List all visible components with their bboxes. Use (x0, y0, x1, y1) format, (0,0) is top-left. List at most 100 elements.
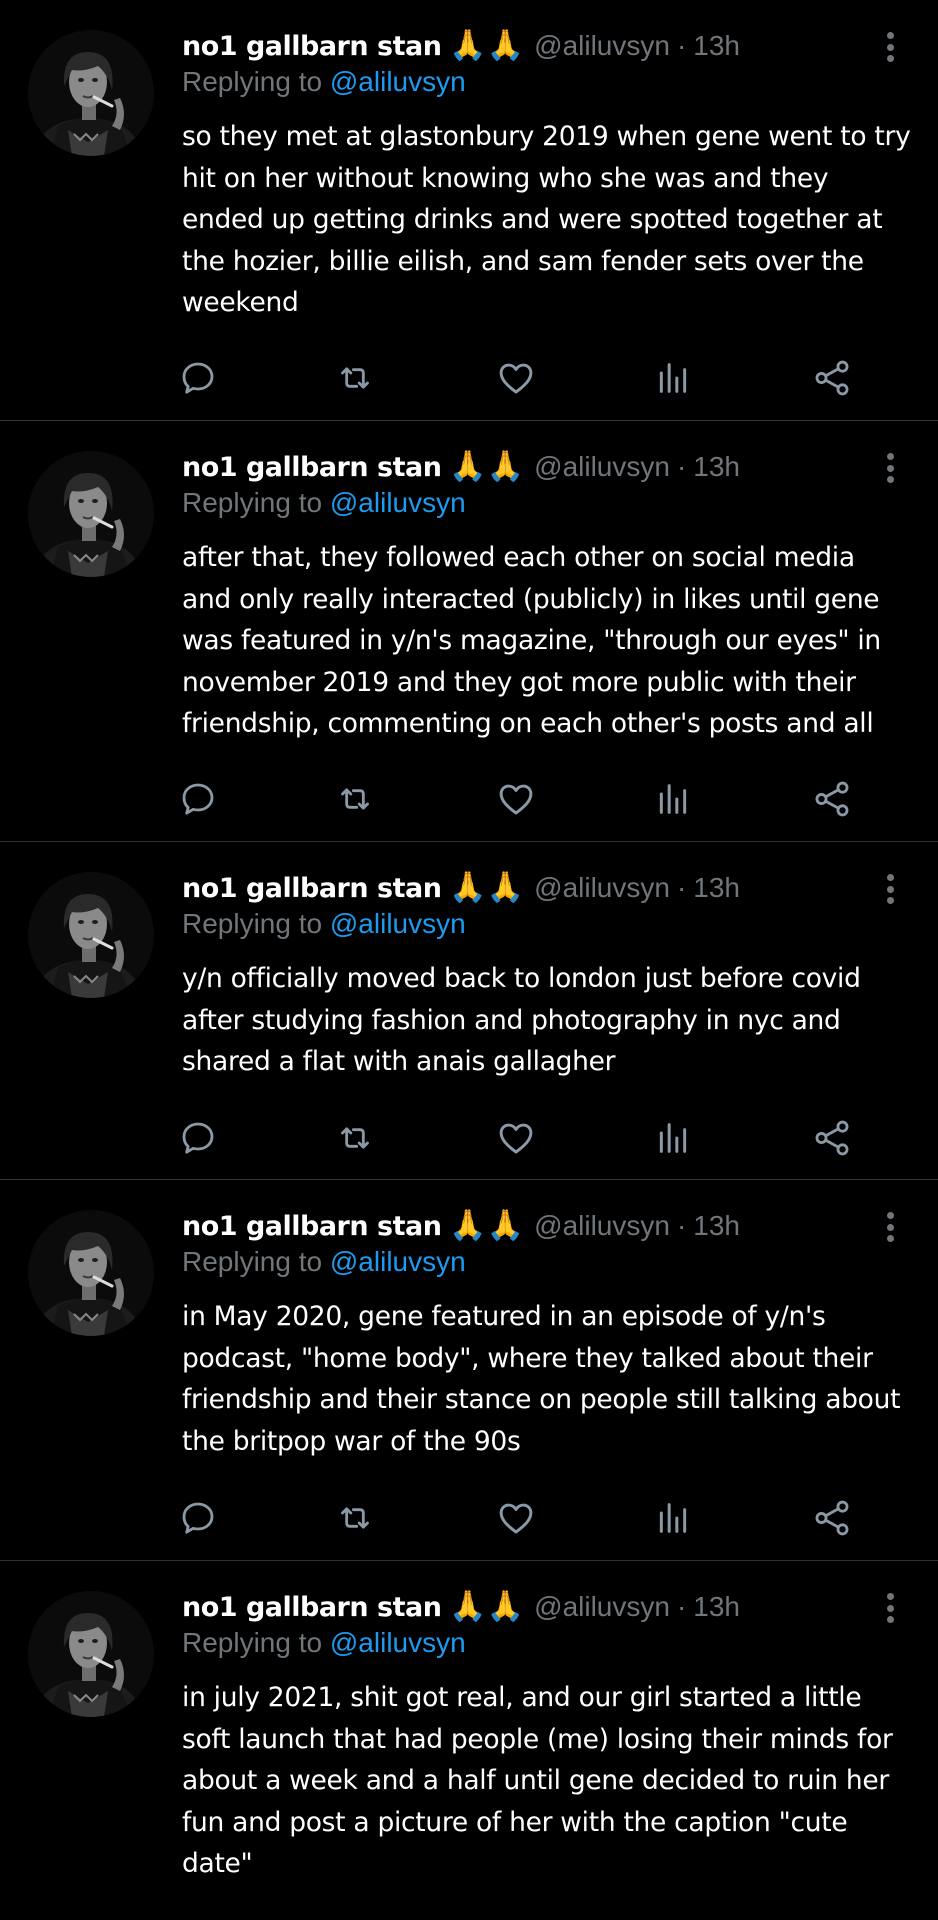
retweet-icon (341, 1127, 369, 1149)
replying-to-line: Replying to @aliluvsyn (182, 1246, 466, 1278)
retweet-icon (341, 788, 369, 810)
reply-button[interactable] (174, 354, 222, 402)
tweet[interactable]: no1 gallbarn stan 🙏🙏 @aliluvsyn · 13h Re… (0, 842, 938, 1180)
more-options-icon[interactable] (886, 32, 894, 62)
tweet-header: no1 gallbarn stan 🙏🙏 @aliluvsyn · 13h (182, 868, 740, 908)
tweet-header: no1 gallbarn stan 🙏🙏 @aliluvsyn · 13h (182, 1587, 740, 1627)
display-name[interactable]: no1 gallbarn stan (182, 1592, 442, 1623)
tweet-text: after that, they followed each other on … (182, 542, 881, 739)
replying-to-mention[interactable]: @aliluvsyn (330, 1246, 466, 1277)
action-bar (182, 775, 902, 823)
avatar[interactable] (28, 872, 154, 998)
heart-icon (499, 1123, 533, 1154)
avatar[interactable] (28, 1210, 154, 1336)
replying-to-line: Replying to @aliluvsyn (182, 487, 466, 519)
replying-to-mention[interactable]: @aliluvsyn (330, 1627, 466, 1658)
like-button[interactable] (492, 1494, 540, 1542)
views-button[interactable] (649, 1494, 697, 1542)
replying-to-label: Replying to (182, 487, 323, 518)
username-handle[interactable]: @aliluvsyn (534, 1210, 670, 1242)
separator-dot: · (676, 1591, 687, 1622)
heart-icon (499, 784, 533, 815)
more-options-icon[interactable] (886, 874, 894, 904)
retweet-button[interactable] (331, 775, 379, 823)
tweet[interactable]: no1 gallbarn stan 🙏🙏 @aliluvsyn · 13h Re… (0, 421, 938, 842)
tweet-text: so they met at glastonbury 2019 when gen… (182, 121, 911, 318)
tweet-header: no1 gallbarn stan 🙏🙏 @aliluvsyn · 13h (182, 447, 740, 487)
views-button[interactable] (649, 1114, 697, 1162)
replying-to-line: Replying to @aliluvsyn (182, 1627, 466, 1659)
praying-hands-emoji: 🙏🙏 (449, 1590, 525, 1623)
timestamp[interactable]: 13h (693, 1591, 740, 1623)
more-options-icon[interactable] (886, 453, 894, 483)
username-handle[interactable]: @aliluvsyn (534, 451, 670, 483)
retweet-button[interactable] (331, 1114, 379, 1162)
timestamp[interactable]: 13h (693, 451, 740, 483)
retweet-icon (341, 1507, 369, 1529)
more-options-icon[interactable] (886, 1593, 894, 1623)
avatar[interactable] (28, 30, 154, 156)
share-button[interactable] (808, 1494, 856, 1542)
timestamp[interactable]: 13h (693, 872, 740, 904)
like-button[interactable] (492, 775, 540, 823)
views-button[interactable] (649, 354, 697, 402)
reply-thread: no1 gallbarn stan 🙏🙏 @aliluvsyn · 13h Re… (0, 0, 938, 1920)
analytics-icon (659, 1503, 687, 1533)
separator-dot: · (676, 451, 687, 482)
separator-dot: · (676, 30, 687, 61)
heart-icon (499, 1503, 533, 1534)
share-button[interactable] (808, 775, 856, 823)
action-bar (182, 1114, 902, 1162)
retweet-button[interactable] (331, 354, 379, 402)
more-options-icon[interactable] (886, 1212, 894, 1242)
replying-to-mention[interactable]: @aliluvsyn (330, 66, 466, 97)
display-name[interactable]: no1 gallbarn stan (182, 873, 442, 904)
timestamp[interactable]: 13h (693, 30, 740, 62)
separator-dot: · (676, 1210, 687, 1241)
share-icon (815, 1500, 849, 1536)
display-name[interactable]: no1 gallbarn stan (182, 452, 442, 483)
praying-hands-emoji: 🙏🙏 (449, 29, 525, 62)
analytics-icon (659, 363, 687, 393)
reply-button[interactable] (174, 1114, 222, 1162)
replying-to-label: Replying to (182, 1246, 323, 1277)
replying-to-label: Replying to (182, 1627, 323, 1658)
like-button[interactable] (492, 1114, 540, 1162)
action-bar (182, 354, 902, 402)
username-handle[interactable]: @aliluvsyn (534, 30, 670, 62)
reply-button[interactable] (174, 775, 222, 823)
reply-button[interactable] (174, 1494, 222, 1542)
share-button[interactable] (808, 354, 856, 402)
tweet[interactable]: no1 gallbarn stan 🙏🙏 @aliluvsyn · 13h Re… (0, 1180, 938, 1561)
tweet-text: in july 2021, shit got real, and our gir… (182, 1682, 893, 1879)
display-name[interactable]: no1 gallbarn stan (182, 31, 442, 62)
praying-hands-emoji: 🙏🙏 (449, 871, 525, 904)
replying-to-line: Replying to @aliluvsyn (182, 66, 466, 98)
retweet-icon (341, 367, 369, 389)
praying-hands-emoji: 🙏🙏 (449, 450, 525, 483)
retweet-button[interactable] (331, 1494, 379, 1542)
timestamp[interactable]: 13h (693, 1210, 740, 1242)
reply-icon (182, 783, 214, 815)
analytics-icon (659, 1123, 687, 1153)
username-handle[interactable]: @aliluvsyn (534, 872, 670, 904)
tweet-header: no1 gallbarn stan 🙏🙏 @aliluvsyn · 13h (182, 26, 740, 66)
username-handle[interactable]: @aliluvsyn (534, 1591, 670, 1623)
replying-to-mention[interactable]: @aliluvsyn (330, 908, 466, 939)
tweet[interactable]: no1 gallbarn stan 🙏🙏 @aliluvsyn · 13h Re… (0, 0, 938, 421)
views-button[interactable] (649, 775, 697, 823)
replying-to-label: Replying to (182, 908, 323, 939)
replying-to-mention[interactable]: @aliluvsyn (330, 487, 466, 518)
tweet[interactable]: no1 gallbarn stan 🙏🙏 @aliluvsyn · 13h Re… (0, 1561, 938, 1920)
action-bar (182, 1494, 902, 1542)
share-icon (815, 1120, 849, 1156)
share-button[interactable] (808, 1114, 856, 1162)
tweet-header: no1 gallbarn stan 🙏🙏 @aliluvsyn · 13h (182, 1206, 740, 1246)
praying-hands-emoji: 🙏🙏 (449, 1209, 525, 1242)
like-button[interactable] (492, 354, 540, 402)
tweet-text: y/n officially moved back to london just… (182, 963, 861, 1077)
display-name[interactable]: no1 gallbarn stan (182, 1211, 442, 1242)
avatar[interactable] (28, 1591, 154, 1717)
tweet-text: in May 2020, gene featured in an episode… (182, 1301, 901, 1457)
avatar[interactable] (28, 451, 154, 577)
